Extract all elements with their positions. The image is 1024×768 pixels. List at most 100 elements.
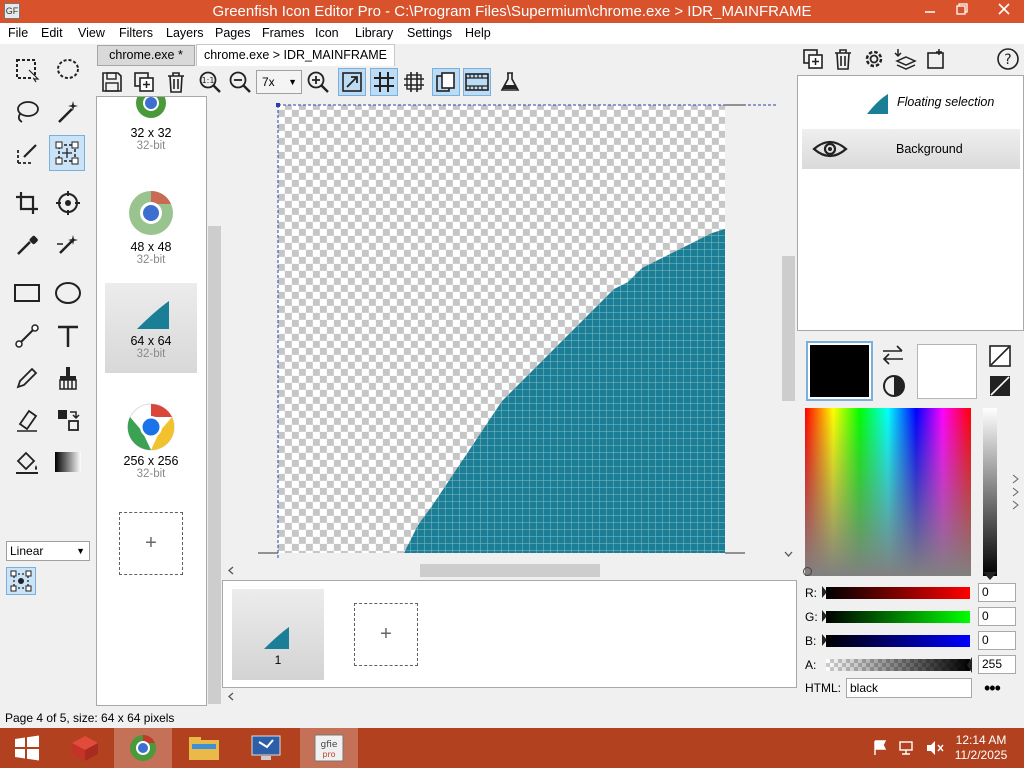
color-spectrum[interactable]: [805, 408, 971, 576]
scroll-left-icon[interactable]: [226, 562, 236, 579]
scrollbar-thumb[interactable]: [782, 256, 795, 401]
zoom-in-icon[interactable]: [304, 68, 332, 96]
tab-resource[interactable]: chrome.exe > IDR_MAINFRAME: [196, 44, 395, 66]
red-value[interactable]: 0: [978, 583, 1016, 602]
gradient-tool-icon[interactable]: [50, 444, 86, 480]
menu-filters[interactable]: Filters: [119, 26, 153, 40]
zoom-out-icon[interactable]: [226, 68, 254, 96]
canvas-area[interactable]: [222, 96, 797, 562]
lasso-icon[interactable]: [9, 94, 45, 130]
layer-settings-icon[interactable]: [861, 46, 887, 72]
magic-wand-icon[interactable]: [50, 94, 86, 130]
menu-edit[interactable]: Edit: [41, 26, 63, 40]
rectangle-select-icon[interactable]: [9, 52, 45, 88]
green-slider[interactable]: [826, 611, 970, 623]
brush-icon[interactable]: [50, 360, 86, 396]
transform-selection-icon[interactable]: [49, 135, 85, 171]
add-frame-button[interactable]: +: [354, 603, 418, 666]
fit-to-window-icon[interactable]: [338, 68, 366, 96]
alpha-value[interactable]: 255: [978, 655, 1016, 674]
gradient-mode-select[interactable]: Linear ▼: [6, 541, 90, 561]
more-options-button[interactable]: •••: [984, 678, 1001, 699]
flask-icon[interactable]: [496, 68, 524, 96]
delete-page-icon[interactable]: [162, 68, 190, 96]
line-tool-icon[interactable]: [9, 318, 45, 354]
eye-icon[interactable]: [812, 137, 848, 161]
canvas-vertical-scrollbar[interactable]: [780, 96, 797, 562]
contrast-icon[interactable]: [881, 373, 907, 402]
eraser-icon[interactable]: [9, 402, 45, 438]
transform-option-icon[interactable]: [6, 567, 36, 595]
delete-layer-icon[interactable]: [830, 46, 856, 72]
page-item[interactable]: 32 x 32 32-bit: [105, 97, 197, 161]
spectrum-picker[interactable]: [803, 567, 812, 576]
ellipse-tool-icon[interactable]: [50, 275, 86, 311]
page-item-selected[interactable]: 64 x 64 32-bit: [105, 283, 197, 373]
zoom-select[interactable]: 7x ▼: [256, 70, 302, 94]
taskbar-chrome[interactable]: [114, 728, 172, 768]
menu-file[interactable]: File: [8, 26, 28, 40]
pixel-canvas[interactable]: [222, 96, 797, 562]
foreground-color-swatch[interactable]: [806, 341, 873, 401]
close-button[interactable]: [985, 0, 1023, 21]
pencil-icon[interactable]: [9, 360, 45, 396]
text-tool-icon[interactable]: [50, 318, 86, 354]
center-grid-icon[interactable]: [400, 68, 428, 96]
new-layer-icon[interactable]: [800, 46, 826, 72]
menu-icon[interactable]: Icon: [315, 26, 339, 40]
swap-colors-icon[interactable]: [880, 344, 906, 369]
rectangle-tool-icon[interactable]: [9, 275, 45, 311]
taskbar-app-1[interactable]: [58, 728, 112, 768]
new-frame-icon[interactable]: [924, 46, 950, 72]
tab-document[interactable]: chrome.exe *: [97, 45, 195, 66]
target-icon[interactable]: [50, 185, 86, 221]
frame-item[interactable]: 1: [232, 589, 324, 680]
taskbar-greenfish[interactable]: gfie pro: [300, 728, 358, 768]
layer-row-background[interactable]: Background: [802, 129, 1020, 169]
expand-arrows-icon[interactable]: [1012, 474, 1020, 514]
save-icon[interactable]: [98, 68, 126, 96]
restore-button[interactable]: [947, 0, 977, 21]
green-value[interactable]: 0: [978, 607, 1016, 626]
help-icon[interactable]: ?: [995, 46, 1021, 72]
scrollbar-thumb[interactable]: [420, 564, 600, 577]
menu-library[interactable]: Library: [355, 26, 393, 40]
duplicate-page-icon[interactable]: [130, 68, 158, 96]
taskbar-remote-desktop[interactable]: [239, 728, 293, 768]
inverted-color-icon[interactable]: [989, 375, 1011, 400]
layer-row-floating-selection[interactable]: Floating selection: [802, 82, 1020, 122]
crop-icon[interactable]: [9, 185, 45, 221]
ellipse-select-icon[interactable]: [50, 52, 86, 88]
html-color-input[interactable]: black: [846, 678, 972, 698]
canvas-horizontal-scrollbar[interactable]: [222, 562, 797, 579]
color-replace-icon[interactable]: [50, 227, 86, 263]
tray-clock[interactable]: 12:14 AM 11/2/2025: [948, 733, 1014, 763]
menu-layers[interactable]: Layers: [166, 26, 204, 40]
merge-down-icon[interactable]: [893, 46, 919, 72]
taskbar-explorer[interactable]: [177, 728, 231, 768]
transparent-color-icon[interactable]: [989, 345, 1011, 370]
scroll-left-icon[interactable]: [226, 688, 236, 705]
page-item[interactable]: 48 x 48 32-bit: [105, 189, 197, 269]
menu-pages[interactable]: Pages: [215, 26, 250, 40]
paint-bucket-icon[interactable]: [9, 444, 45, 480]
filmstrip-icon[interactable]: [463, 68, 491, 96]
frames-scrollbar[interactable]: [222, 688, 797, 705]
start-button[interactable]: [0, 728, 54, 768]
menu-settings[interactable]: Settings: [407, 26, 452, 40]
alpha-slider[interactable]: [826, 659, 970, 671]
alpha-slider-handle[interactable]: [965, 655, 973, 675]
page-item[interactable]: 256 x 256 32-bit: [105, 403, 197, 493]
actual-size-icon[interactable]: 1:1: [196, 68, 224, 96]
eyedropper-icon[interactable]: [9, 227, 45, 263]
luminance-slider[interactable]: [983, 408, 997, 576]
background-color-swatch[interactable]: [917, 344, 977, 399]
layers-view-icon[interactable]: [432, 68, 460, 96]
menu-help[interactable]: Help: [465, 26, 491, 40]
menu-frames[interactable]: Frames: [262, 26, 304, 40]
add-page-button[interactable]: +: [119, 512, 183, 575]
freehand-select-icon[interactable]: [9, 136, 45, 172]
blue-slider[interactable]: [826, 635, 970, 647]
scroll-down-icon[interactable]: [780, 549, 797, 559]
pixel-grid-icon[interactable]: [370, 68, 398, 96]
